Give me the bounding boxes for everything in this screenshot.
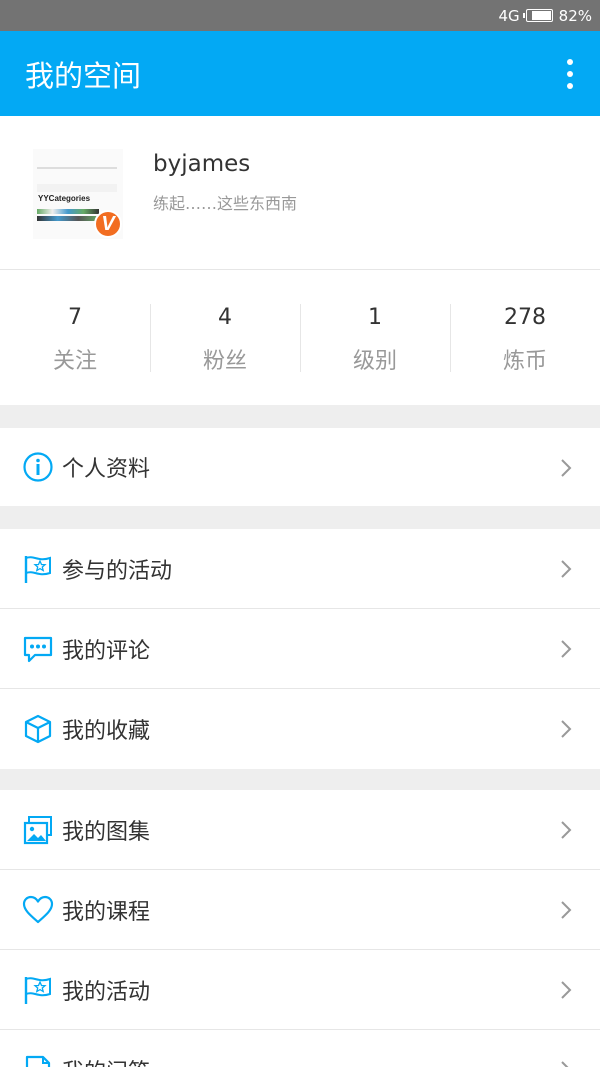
stat-label: 炼币 [502,349,547,374]
menu-item-label: 个人资料 [62,457,151,482]
stat-following[interactable]: 7 关注 [0,270,150,405]
stats-row: 7 关注 4 粉丝 1 级别 278 炼币 [0,270,600,405]
chevron-right-icon [561,821,572,839]
menu-item-label: 我的收藏 [62,719,151,744]
stat-value: 4 [218,305,232,330]
chevron-right-icon [561,981,572,999]
user-signature: 练起……这些东西南 [153,194,298,213]
flag-star-icon [22,974,54,1006]
stat-followers[interactable]: 4 粉丝 [150,270,300,405]
menu-item-my-albums[interactable]: 我的图集 [0,790,600,870]
heart-icon [22,894,54,926]
stat-label: 粉丝 [202,349,247,374]
stat-label: 级别 [352,349,397,374]
page-title: 我的空间 [25,58,142,93]
stat-value: 278 [504,305,546,330]
stat-value: 7 [68,305,82,330]
status-bar: 4G 82% [0,0,600,31]
menu-item-label: 我的课程 [62,899,151,925]
menu-item-personal-info[interactable]: 个人资料 [0,428,600,506]
menu-group-content: 我的图集 我的课程 我的活动 我的问答 [0,790,600,1067]
app-bar: 我的空间 [0,31,600,116]
username: byjames [153,151,251,177]
stat-label: 关注 [52,349,97,374]
box-icon [22,713,54,745]
info-icon [22,451,54,483]
chevron-right-icon [561,459,572,477]
chevron-right-icon [561,901,572,919]
stat-value: 1 [368,305,382,330]
battery-icon [522,9,553,22]
profile-card[interactable]: YYCategories V byjames 练起……这些东西南 [0,116,600,270]
menu-item-my-qa[interactable]: 我的问答 [0,1030,600,1067]
document-icon [22,1054,54,1067]
menu-item-label: 我的活动 [62,979,151,1005]
chevron-right-icon [561,720,572,738]
image-icon [22,814,54,846]
menu-item-my-favorites[interactable]: 我的收藏 [0,689,600,769]
chevron-right-icon [561,560,572,578]
menu-item-my-events[interactable]: 我的活动 [0,950,600,1030]
vip-badge: V [94,210,122,238]
network-indicator: 4G [498,6,520,25]
menu-item-joined-events[interactable]: 参与的活动 [0,529,600,609]
menu-group-profile: 个人资料 [0,428,600,506]
more-options-icon[interactable] [564,59,576,89]
battery-percent: 82% [558,6,592,25]
flag-star-icon [22,553,54,585]
menu-item-my-comments[interactable]: 我的评论 [0,609,600,689]
chevron-right-icon [561,1061,569,1067]
stat-level[interactable]: 1 级别 [300,270,450,405]
menu-item-label: 参与的活动 [62,558,173,584]
avatar-title: YYCategories [38,194,91,203]
chevron-right-icon [561,640,572,658]
stat-coins[interactable]: 278 炼币 [450,270,600,405]
menu-item-label: 我的评论 [62,638,151,664]
menu-item-label: 我的问答 [62,1054,150,1067]
menu-group-activity: 参与的活动 我的评论 我的收藏 [0,529,600,769]
comment-icon [22,633,54,665]
menu-item-label: 我的图集 [62,819,151,845]
menu-item-my-courses[interactable]: 我的课程 [0,870,600,950]
